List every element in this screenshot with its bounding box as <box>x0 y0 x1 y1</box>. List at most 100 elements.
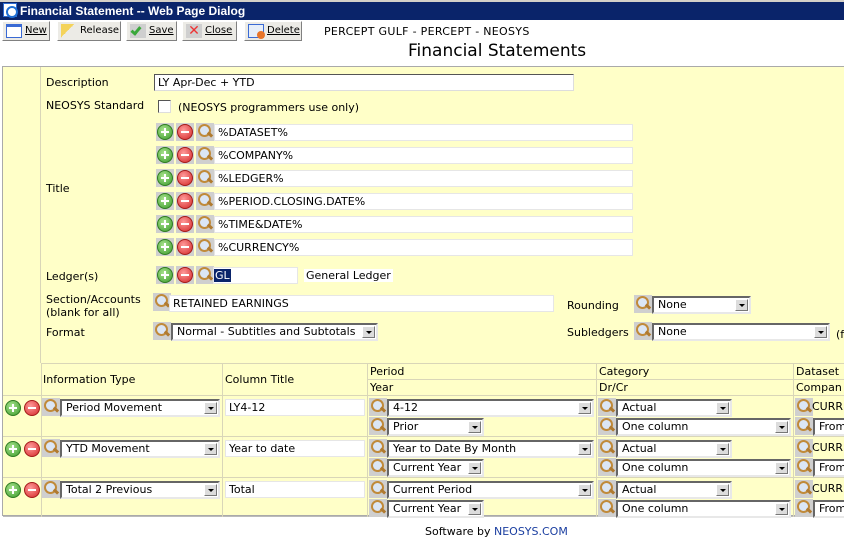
period-select[interactable]: Year to Date By Month <box>387 440 594 458</box>
add-line-icon[interactable] <box>157 193 173 209</box>
search-icon[interactable] <box>369 480 387 498</box>
remove-row-icon[interactable] <box>24 441 40 457</box>
add-row-icon[interactable] <box>5 441 21 457</box>
neosys-link[interactable]: NEOSYS.COM <box>494 525 568 538</box>
search-icon[interactable] <box>634 295 652 313</box>
add-row-icon[interactable] <box>5 482 21 498</box>
chevron-down-icon[interactable] <box>468 503 481 515</box>
search-icon[interactable] <box>795 417 813 435</box>
search-icon[interactable] <box>598 458 616 476</box>
remove-line-icon[interactable] <box>177 124 193 140</box>
chevron-down-icon[interactable] <box>716 443 729 455</box>
remove-line-icon[interactable] <box>177 170 193 186</box>
search-icon[interactable] <box>196 146 214 164</box>
chevron-down-icon[interactable] <box>578 484 591 496</box>
chevron-down-icon[interactable] <box>468 462 481 474</box>
remove-row-icon[interactable] <box>24 400 40 416</box>
dataset-input[interactable]: CURR <box>812 481 844 498</box>
add-line-icon[interactable] <box>157 124 173 140</box>
drcr-select[interactable]: One column <box>616 418 791 436</box>
dataset-input[interactable]: CURR <box>812 440 844 457</box>
title-line-input[interactable]: %PERIOD.CLOSING.DATE% <box>214 193 633 210</box>
add-line-icon[interactable] <box>157 170 173 186</box>
year-select[interactable]: Current Year <box>387 500 484 518</box>
information-type-select[interactable]: YTD Movement <box>60 440 220 458</box>
search-icon[interactable] <box>598 417 616 435</box>
search-icon[interactable] <box>795 499 813 517</box>
title-line-input[interactable]: %COMPANY% <box>214 147 633 164</box>
new-button[interactable]: New <box>2 21 50 41</box>
dataset-input[interactable]: CURR <box>812 399 844 416</box>
remove-line-icon[interactable] <box>177 216 193 232</box>
add-line-icon[interactable] <box>157 239 173 255</box>
search-icon[interactable] <box>196 169 214 187</box>
add-line-icon[interactable] <box>157 216 173 232</box>
search-icon[interactable] <box>369 458 387 476</box>
search-icon[interactable] <box>795 458 813 476</box>
chevron-down-icon[interactable] <box>204 402 217 414</box>
chevron-down-icon[interactable] <box>775 421 788 433</box>
search-icon[interactable] <box>795 398 813 416</box>
search-icon[interactable] <box>196 192 214 210</box>
remove-line-icon[interactable] <box>177 239 193 255</box>
company-select[interactable]: From <box>813 459 844 477</box>
search-icon[interactable] <box>196 238 214 256</box>
search-icon[interactable] <box>634 322 652 340</box>
title-line-input[interactable]: %LEDGER% <box>214 170 633 187</box>
search-icon[interactable] <box>42 398 60 416</box>
search-icon[interactable] <box>598 499 616 517</box>
search-icon[interactable] <box>42 439 60 457</box>
chevron-down-icon[interactable] <box>204 443 217 455</box>
drcr-select[interactable]: One column <box>616 459 791 477</box>
search-icon[interactable] <box>369 499 387 517</box>
delete-button[interactable]: Delete <box>244 21 302 41</box>
format-select[interactable]: Normal - Subtitles and Subtotals <box>171 323 378 341</box>
drcr-select[interactable]: One column <box>616 500 791 518</box>
company-select[interactable]: From <box>813 500 844 518</box>
title-line-input[interactable]: %CURRENCY% <box>214 239 633 256</box>
period-select[interactable]: 4-12 <box>387 399 594 417</box>
chevron-down-icon[interactable] <box>735 299 748 311</box>
search-icon[interactable] <box>196 215 214 233</box>
company-select[interactable]: From <box>813 418 844 436</box>
search-icon[interactable] <box>42 480 60 498</box>
search-icon[interactable] <box>369 417 387 435</box>
period-select[interactable]: Current Period <box>387 481 594 499</box>
chevron-down-icon[interactable] <box>716 402 729 414</box>
category-select[interactable]: Actual <box>616 440 732 458</box>
column-title-input[interactable]: LY4-12 <box>225 399 365 416</box>
chevron-down-icon[interactable] <box>578 402 591 414</box>
title-line-input[interactable]: %DATASET% <box>214 124 633 141</box>
search-icon[interactable] <box>598 439 616 457</box>
chevron-down-icon[interactable] <box>775 503 788 515</box>
search-icon[interactable] <box>369 398 387 416</box>
chevron-down-icon[interactable] <box>775 462 788 474</box>
remove-row-icon[interactable] <box>24 482 40 498</box>
chevron-down-icon[interactable] <box>814 326 827 338</box>
remove-line-icon[interactable] <box>177 147 193 163</box>
search-icon[interactable] <box>196 266 214 284</box>
add-line-icon[interactable] <box>157 147 173 163</box>
search-icon[interactable] <box>153 322 171 340</box>
remove-line-icon[interactable] <box>177 193 193 209</box>
search-icon[interactable] <box>598 398 616 416</box>
chevron-down-icon[interactable] <box>362 326 375 338</box>
chevron-down-icon[interactable] <box>468 421 481 433</box>
title-line-input[interactable]: %TIME&DATE% <box>214 216 633 233</box>
category-select[interactable]: Actual <box>616 399 732 417</box>
ledger-code-input[interactable]: GL <box>213 267 298 284</box>
search-icon[interactable] <box>369 439 387 457</box>
section-accounts-input[interactable]: RETAINED EARNINGS <box>169 295 554 312</box>
chevron-down-icon[interactable] <box>204 484 217 496</box>
close-button[interactable]: ✕ Close <box>182 21 237 41</box>
category-select[interactable]: Actual <box>616 481 732 499</box>
information-type-select[interactable]: Total 2 Previous <box>60 481 220 499</box>
chevron-down-icon[interactable] <box>578 443 591 455</box>
release-button[interactable]: Release <box>57 21 121 41</box>
chevron-down-icon[interactable] <box>716 484 729 496</box>
column-title-input[interactable]: Total <box>225 481 365 498</box>
search-icon[interactable] <box>598 480 616 498</box>
description-input[interactable]: LY Apr-Dec + YTD <box>154 74 574 91</box>
subledgers-select[interactable]: None <box>652 323 830 341</box>
remove-ledger-icon[interactable] <box>177 267 193 283</box>
